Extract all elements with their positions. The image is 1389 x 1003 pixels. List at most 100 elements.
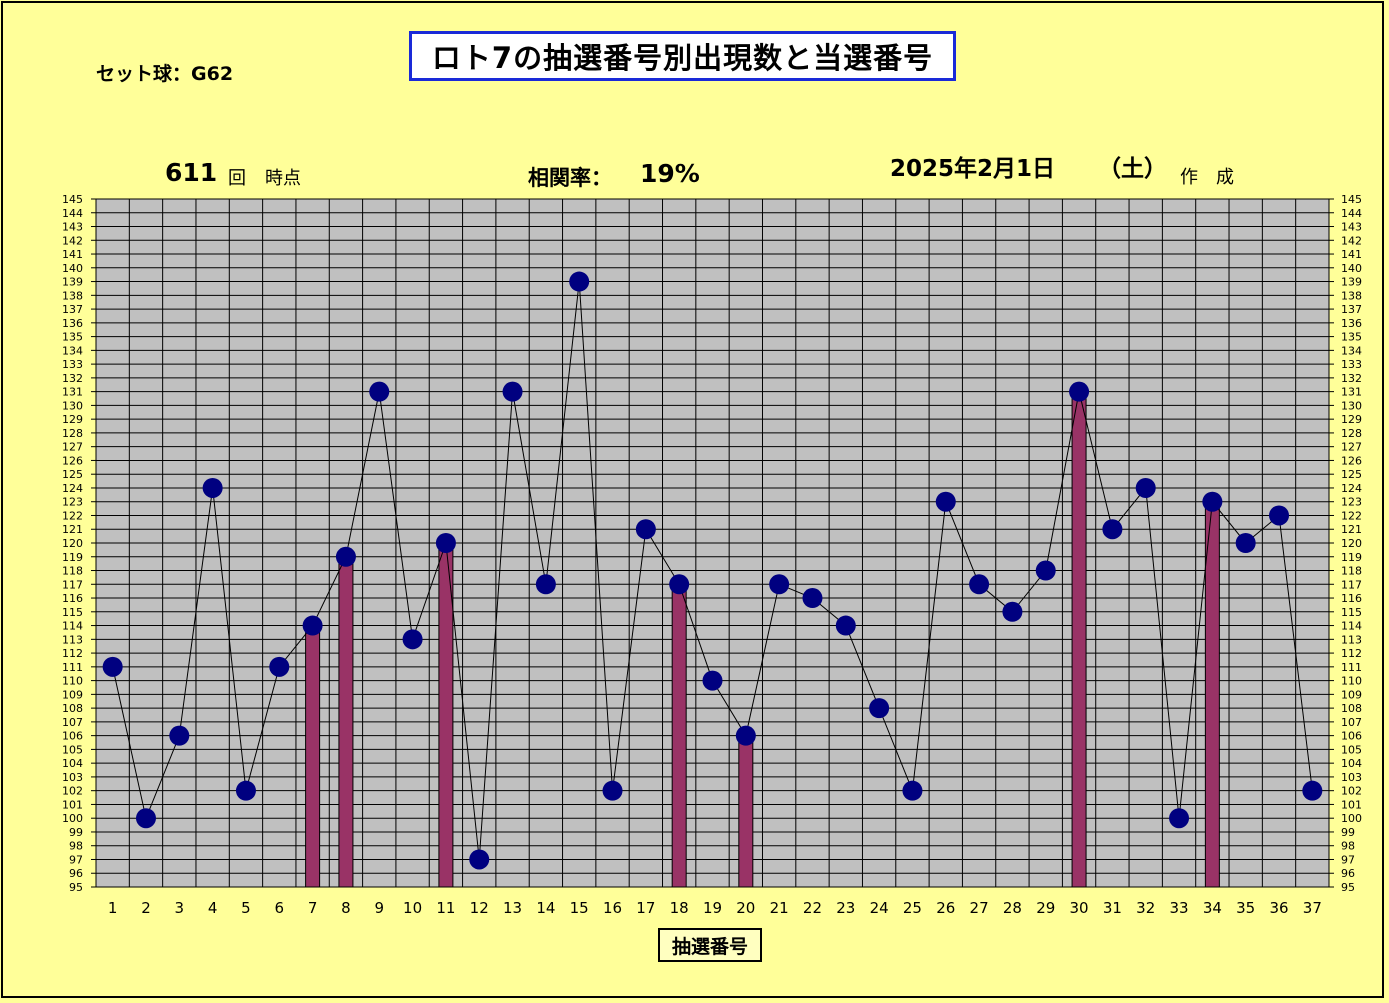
y-tick-label-left: 121 <box>62 523 83 536</box>
frequency-marker <box>269 656 290 677</box>
x-tick-label: 14 <box>536 899 555 917</box>
x-tick-label: 10 <box>403 899 422 917</box>
x-tick-label: 36 <box>1269 899 1288 917</box>
winning-number-bar <box>438 542 454 888</box>
frequency-marker <box>502 381 523 402</box>
frequency-marker <box>969 574 990 595</box>
y-tick-label-left: 136 <box>62 317 83 330</box>
frequency-marker <box>1302 780 1323 801</box>
x-tick-label: 18 <box>670 899 689 917</box>
y-tick-label-left: 112 <box>62 647 83 660</box>
y-tick-label-left: 125 <box>62 468 83 481</box>
y-tick-label-right: 139 <box>1341 276 1362 289</box>
x-tick-label: 2 <box>141 899 151 917</box>
x-tick-label: 15 <box>570 899 589 917</box>
frequency-marker <box>702 670 723 691</box>
y-tick-label-right: 115 <box>1341 606 1362 619</box>
y-tick-label-left: 106 <box>62 730 83 743</box>
frequency-marker <box>535 574 556 595</box>
y-tick-label-left: 133 <box>62 358 83 371</box>
y-tick-label-left: 109 <box>62 688 83 701</box>
y-tick-label-left: 103 <box>62 771 83 784</box>
y-tick-label-right: 144 <box>1341 207 1362 220</box>
y-tick-label-left: 97 <box>69 853 83 866</box>
y-tick-label-left: 107 <box>62 716 83 729</box>
y-tick-label-right: 132 <box>1341 372 1362 385</box>
y-tick-label-right: 135 <box>1341 331 1362 344</box>
x-axis-title: 抽選番号 <box>658 928 762 962</box>
y-tick-label-right: 145 <box>1341 193 1362 206</box>
y-tick-label-left: 110 <box>62 675 83 688</box>
y-tick-label-right: 110 <box>1341 675 1362 688</box>
y-tick-label-right: 121 <box>1341 523 1362 536</box>
frequency-marker <box>235 780 256 801</box>
y-tick-label-left: 120 <box>62 537 83 550</box>
y-tick-label-left: 127 <box>62 441 83 454</box>
y-tick-label-right: 96 <box>1341 867 1355 880</box>
y-tick-label-right: 142 <box>1341 234 1362 247</box>
frequency-marker <box>1135 477 1156 498</box>
y-tick-label-left: 129 <box>62 413 83 426</box>
y-tick-label-right: 124 <box>1341 482 1362 495</box>
frequency-marker <box>1169 808 1190 829</box>
y-tick-label-right: 111 <box>1341 661 1362 674</box>
frequency-marker <box>669 574 690 595</box>
y-tick-label-right: 117 <box>1341 578 1362 591</box>
y-tick-label-left: 126 <box>62 454 83 467</box>
y-tick-label-right: 107 <box>1341 716 1362 729</box>
y-tick-label-right: 134 <box>1341 344 1362 357</box>
y-tick-label-right: 138 <box>1341 289 1362 302</box>
y-tick-label-right: 125 <box>1341 468 1362 481</box>
frequency-marker <box>1202 491 1223 512</box>
frequency-marker <box>1002 601 1023 622</box>
y-tick-label-right: 137 <box>1341 303 1362 316</box>
y-tick-label-left: 118 <box>62 565 83 578</box>
y-tick-label-right: 100 <box>1341 812 1362 825</box>
winning-number-bar <box>1204 501 1220 888</box>
y-tick-label-left: 102 <box>62 785 83 798</box>
y-tick-label-left: 105 <box>62 743 83 756</box>
y-tick-label-right: 118 <box>1341 565 1362 578</box>
winning-number-bar <box>338 556 354 888</box>
frequency-marker <box>902 780 923 801</box>
y-tick-label-left: 119 <box>62 551 83 564</box>
y-tick-label-right: 131 <box>1341 386 1362 399</box>
y-tick-label-right: 129 <box>1341 413 1362 426</box>
y-tick-label-right: 105 <box>1341 743 1362 756</box>
y-tick-label-right: 123 <box>1341 496 1362 509</box>
x-tick-label: 13 <box>503 899 522 917</box>
y-tick-label-left: 104 <box>62 757 83 770</box>
frequency-marker <box>1035 560 1056 581</box>
x-tick-label: 8 <box>341 899 351 917</box>
y-tick-label-right: 99 <box>1341 826 1355 839</box>
x-tick-label: 28 <box>1003 899 1022 917</box>
y-tick-label-left: 139 <box>62 276 83 289</box>
x-tick-label: 11 <box>436 899 455 917</box>
y-tick-label-left: 113 <box>62 633 83 646</box>
y-tick-label-left: 128 <box>62 427 83 440</box>
y-tick-label-right: 102 <box>1341 785 1362 798</box>
frequency-marker <box>202 477 223 498</box>
y-tick-label-right: 133 <box>1341 358 1362 371</box>
y-tick-label-right: 97 <box>1341 853 1355 866</box>
frequency-marker <box>135 808 156 829</box>
x-tick-label: 30 <box>1070 899 1089 917</box>
frequency-marker <box>735 725 756 746</box>
y-tick-label-right: 136 <box>1341 317 1362 330</box>
x-tick-label: 32 <box>1136 899 1155 917</box>
y-tick-label-right: 140 <box>1341 262 1362 275</box>
frequency-marker <box>169 725 190 746</box>
y-tick-label-right: 113 <box>1341 633 1362 646</box>
x-tick-label: 24 <box>870 899 889 917</box>
y-tick-label-right: 109 <box>1341 688 1362 701</box>
frequency-marker <box>1269 505 1290 526</box>
y-tick-label-left: 101 <box>62 798 83 811</box>
x-tick-label: 17 <box>636 899 655 917</box>
y-tick-label-right: 108 <box>1341 702 1362 715</box>
y-tick-label-right: 114 <box>1341 620 1362 633</box>
x-tick-label: 34 <box>1203 899 1222 917</box>
x-tick-label: 7 <box>308 899 318 917</box>
x-tick-label: 25 <box>903 899 922 917</box>
x-tick-label: 4 <box>208 899 218 917</box>
y-tick-label-left: 108 <box>62 702 83 715</box>
